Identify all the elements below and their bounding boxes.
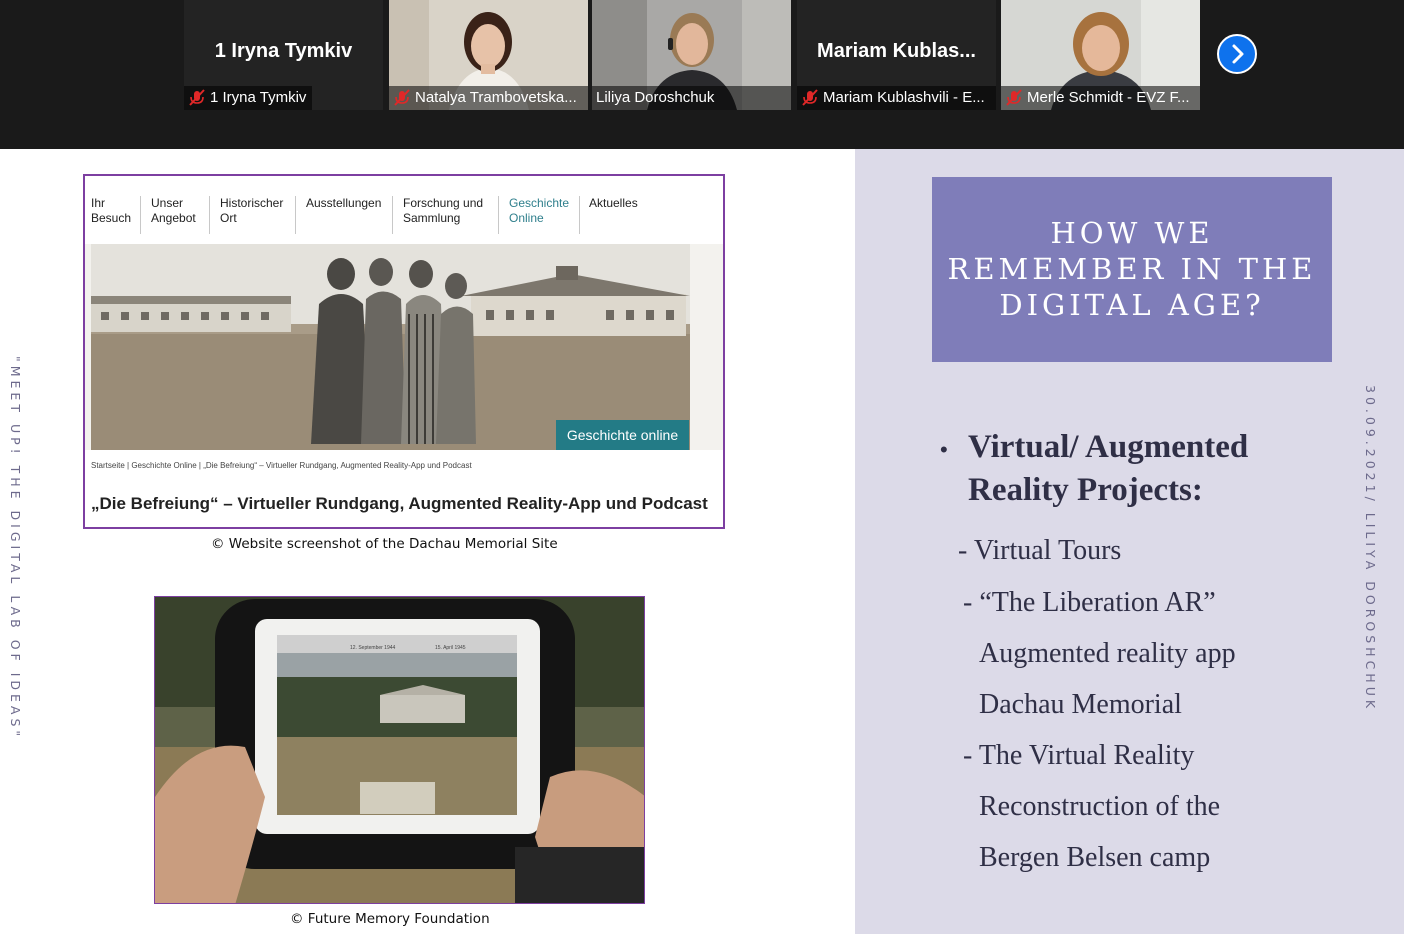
list-item: - “The Liberation AR” — [963, 587, 1216, 618]
participant-display-name: 1 Iryna Tymkiv — [214, 40, 353, 62]
muted-mic-icon — [1006, 89, 1022, 106]
website-nav: Ihr Besuch Unser Angebot Historischer Ort A… — [85, 176, 723, 244]
participant-label-text: 1 Iryna Tymkiv — [210, 89, 307, 106]
website-nav-item: Aktuelles — [589, 196, 638, 210]
list-item: Reconstruction of the — [979, 791, 1221, 822]
website-nav-item: Unser Angebot — [151, 196, 196, 225]
list-item: - Virtual Tours — [958, 535, 1122, 566]
list-item: - The Virtual Reality — [963, 740, 1195, 771]
slide-title: HOW WE REMEMBER IN THE DIGITAL AGE? — [947, 216, 1317, 322]
ar-app-image: 12. September 1944 15. April 1945 — [155, 597, 644, 903]
participant-name-label: Natalya Trambovetska... — [389, 86, 588, 110]
website-hero-image: Geschichte online — [85, 244, 723, 450]
slide-heading-line-1: Virtual/ Augmented — [968, 429, 1249, 465]
participant-label-text: Natalya Trambovetska... — [415, 89, 577, 106]
participant-name-label: Merle Schmidt - EVZ F... — [1001, 86, 1200, 110]
website-caption: © Website screenshot of the Dachau Memor… — [211, 536, 558, 552]
list-item: Dachau Memorial — [979, 689, 1182, 720]
website-breadcrumbs: Startseite | Geschichte Online | „Die Be… — [91, 461, 472, 470]
list-item: Bergen Belsen camp — [979, 842, 1211, 873]
chevron-right-icon — [1232, 44, 1244, 64]
website-page-title: „Die Befreiung“ – Virtueller Rundgang, A… — [91, 494, 708, 513]
participant-label-text: Mariam Kublashvili - E... — [823, 89, 985, 106]
participant-label-text: Liliya Doroshchuk — [596, 89, 715, 106]
website-nav-item-active: Geschichte Online — [509, 196, 570, 225]
slide-event-label: "MEET UP! THE DIGITAL LAB OF IDEAS" — [8, 356, 23, 741]
participant-tile-merle[interactable]: Merle Schmidt - EVZ F... — [1001, 0, 1200, 110]
muted-mic-icon — [394, 89, 410, 106]
participant-name-label: Liliya Doroshchuk — [592, 86, 791, 110]
participant-tile-liliya[interactable]: Liliya Doroshchuk — [592, 0, 791, 110]
slide-title-box: HOW WE REMEMBER IN THE DIGITAL AGE? — [932, 177, 1332, 362]
bullet-dot: • — [940, 437, 948, 462]
list-item: Augmented reality app — [979, 638, 1236, 669]
website-nav-item: Historischer Ort — [220, 196, 284, 225]
ar-tablet-photo: 12. September 1944 15. April 1945 — [154, 596, 645, 904]
slide-heading-line-2: Reality Projects: — [968, 472, 1203, 508]
website-nav-item: Ausstellungen — [306, 196, 382, 210]
participant-display-name: Mariam Kublas... — [817, 40, 976, 62]
photo-date-left: 12. September 1944 — [350, 645, 396, 651]
muted-mic-icon — [189, 89, 205, 106]
website-nav-item: Ihr Besuch — [91, 196, 132, 225]
photo-date-right: 15. April 1945 — [435, 645, 466, 651]
slide-date-author: 30.09.2021/ LILIYA DOROSHCHUK — [1363, 385, 1378, 713]
next-page-button[interactable] — [1217, 34, 1257, 74]
muted-mic-icon — [802, 89, 818, 106]
participant-strip: 1 Iryna Tymkiv 1 Iryna Tymkiv Natalya Tr… — [0, 0, 1404, 149]
participant-name-label: Mariam Kublashvili - E... — [797, 86, 996, 110]
website-nav-item: Forschung und Sammlung — [403, 196, 484, 225]
shared-slide: "MEET UP! THE DIGITAL LAB OF IDEAS" Ihr B… — [0, 149, 1404, 934]
geschichte-online-button: Geschichte online — [556, 420, 689, 450]
participant-name-label: 1 Iryna Tymkiv — [184, 86, 313, 110]
photo-caption: © Future Memory Foundation — [290, 911, 490, 927]
participant-label-text: Merle Schmidt - EVZ F... — [1027, 89, 1190, 106]
participant-tile-mariam[interactable]: Mariam Kublas... Mariam Kublashvili - E.… — [797, 0, 996, 110]
website-screenshot: Ihr Besuch Unser Angebot Historischer Ort A… — [83, 174, 725, 529]
participant-tile-iryna[interactable]: 1 Iryna Tymkiv 1 Iryna Tymkiv — [184, 0, 383, 110]
participant-tile-natalya[interactable]: Natalya Trambovetska... — [389, 0, 588, 110]
